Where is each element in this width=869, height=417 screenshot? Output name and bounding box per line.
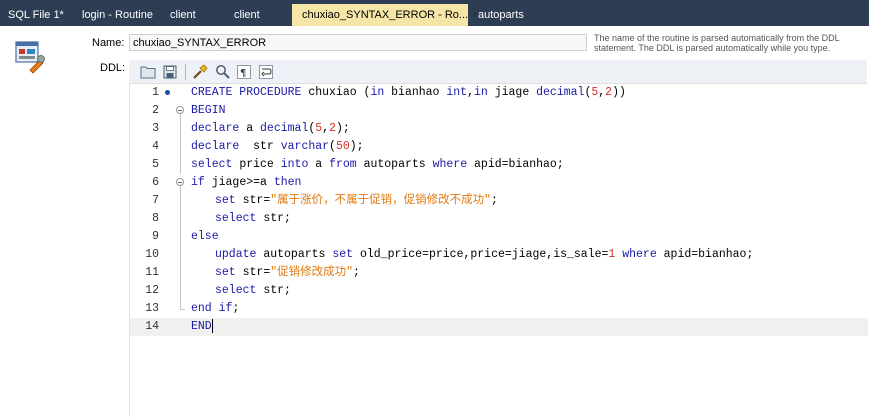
code-line[interactable]: 10 update autoparts set old_price=price,p… [130, 246, 868, 264]
find-icon[interactable] [213, 63, 231, 81]
line-number: 12 [145, 284, 159, 297]
tab-login-routine[interactable]: login - Routine [72, 4, 160, 26]
code-text: set str="促销修改成功"; [215, 266, 360, 279]
line-number: 14 [145, 320, 159, 333]
tab-sql-file-1[interactable]: SQL File 1* [0, 4, 72, 26]
fold-toggle-icon[interactable] [176, 102, 186, 120]
fold-guide [176, 282, 186, 300]
code-text: if jiage>=a then [191, 176, 302, 189]
ddl-code-editor[interactable]: 1 CREATE PROCEDURE chuxiao (in bianhao in… [129, 84, 868, 417]
tab-label: SQL File 1* [8, 9, 64, 21]
code-text: BEGIN [191, 104, 226, 117]
routine-name-input[interactable] [129, 34, 587, 51]
tab-label: autoparts [478, 9, 524, 21]
toolbar-separator [185, 63, 186, 80]
line-number: 7 [152, 194, 159, 207]
code-line[interactable]: 2 BEGIN [130, 102, 868, 120]
code-text: set str="属于涨价，不属于促销，促销修改不成功"; [215, 194, 498, 207]
code-text: end if; [191, 302, 240, 315]
line-number: 10 [145, 248, 159, 261]
code-line[interactable]: 9 else [130, 228, 868, 246]
routine-icon [15, 41, 45, 74]
fold-guide [176, 228, 186, 246]
line-number: 6 [152, 176, 159, 189]
fold-guide [176, 264, 186, 282]
code-text: END [191, 318, 213, 333]
beautify-icon[interactable] [191, 63, 209, 81]
code-text: CREATE PROCEDURE chuxiao (in bianhao int… [191, 86, 626, 99]
code-line[interactable]: 1 CREATE PROCEDURE chuxiao (in bianhao in… [130, 84, 868, 102]
fold-guide [176, 138, 186, 156]
name-label: Name: [92, 37, 125, 49]
code-text: select str; [215, 284, 291, 297]
tab-label: client [170, 9, 196, 21]
code-line[interactable]: 8 select str; [130, 210, 868, 228]
code-text: select price into a from autoparts where… [191, 158, 564, 171]
editor-tab-bar: SQL File 1* login - Routine client clien… [0, 0, 869, 26]
fold-guide [176, 192, 186, 210]
code-text: update autoparts set old_price=price,pri… [215, 248, 754, 261]
line-number: 1 [152, 86, 159, 99]
ddl-label: DDL: [100, 62, 126, 74]
fold-end-guide [176, 300, 186, 318]
code-line[interactable]: 5 select price into a from autoparts wher… [130, 156, 868, 174]
code-text: else [191, 230, 219, 243]
name-hint-text: The name of the routine is parsed automa… [594, 33, 840, 53]
tab-client[interactable]: client [160, 4, 224, 26]
line-number: 13 [145, 302, 159, 315]
line-number: 11 [145, 266, 159, 279]
code-line[interactable]: 3 declare a decimal(5,2); [130, 120, 868, 138]
save-icon[interactable] [161, 63, 179, 81]
line-number: 4 [152, 140, 159, 153]
ddl-toolbar: ¶ [129, 60, 867, 84]
fold-toggle-icon[interactable] [176, 174, 186, 192]
tab-client-2[interactable]: client [224, 4, 292, 26]
line-number: 2 [152, 104, 159, 117]
svg-text:¶: ¶ [240, 68, 246, 79]
tab-chuxiao-routine[interactable]: chuxiao_SYNTAX_ERROR - Ro... × [292, 4, 479, 26]
text-caret [211, 318, 213, 333]
invisible-chars-icon[interactable]: ¶ [235, 63, 253, 81]
fold-guide [176, 210, 186, 228]
tab-label: chuxiao_SYNTAX_ERROR - Ro... [302, 9, 469, 21]
line-number: 5 [152, 158, 159, 171]
routine-info-panel [0, 26, 128, 417]
code-text: declare str varchar(50); [191, 140, 364, 153]
code-line[interactable]: 12 select str; [130, 282, 868, 300]
code-line[interactable]: 11 set str="促销修改成功"; [130, 264, 868, 282]
tab-autoparts[interactable]: autoparts [468, 4, 534, 26]
tab-label: login - Routine [82, 9, 153, 21]
line-number: 9 [152, 230, 159, 243]
fold-guide [176, 120, 186, 138]
code-line[interactable]: 6 if jiage>=a then [130, 174, 868, 192]
code-line[interactable]: 4 declare str varchar(50); [130, 138, 868, 156]
tab-label: client [234, 9, 260, 21]
line-number: 8 [152, 212, 159, 225]
line-number: 3 [152, 122, 159, 135]
wrap-icon[interactable] [257, 63, 275, 81]
code-line[interactable]: 7 set str="属于涨价，不属于促销，促销修改不成功"; [130, 192, 868, 210]
code-text: select str; [215, 212, 291, 225]
fold-guide [176, 246, 186, 264]
open-folder-icon[interactable] [139, 63, 157, 81]
bookmark-dot-icon [164, 84, 172, 102]
code-text: declare a decimal(5,2); [191, 122, 350, 135]
fold-guide [176, 156, 186, 174]
code-line[interactable]: 14 END [130, 318, 868, 336]
code-line[interactable]: 13 end if; [130, 300, 868, 318]
